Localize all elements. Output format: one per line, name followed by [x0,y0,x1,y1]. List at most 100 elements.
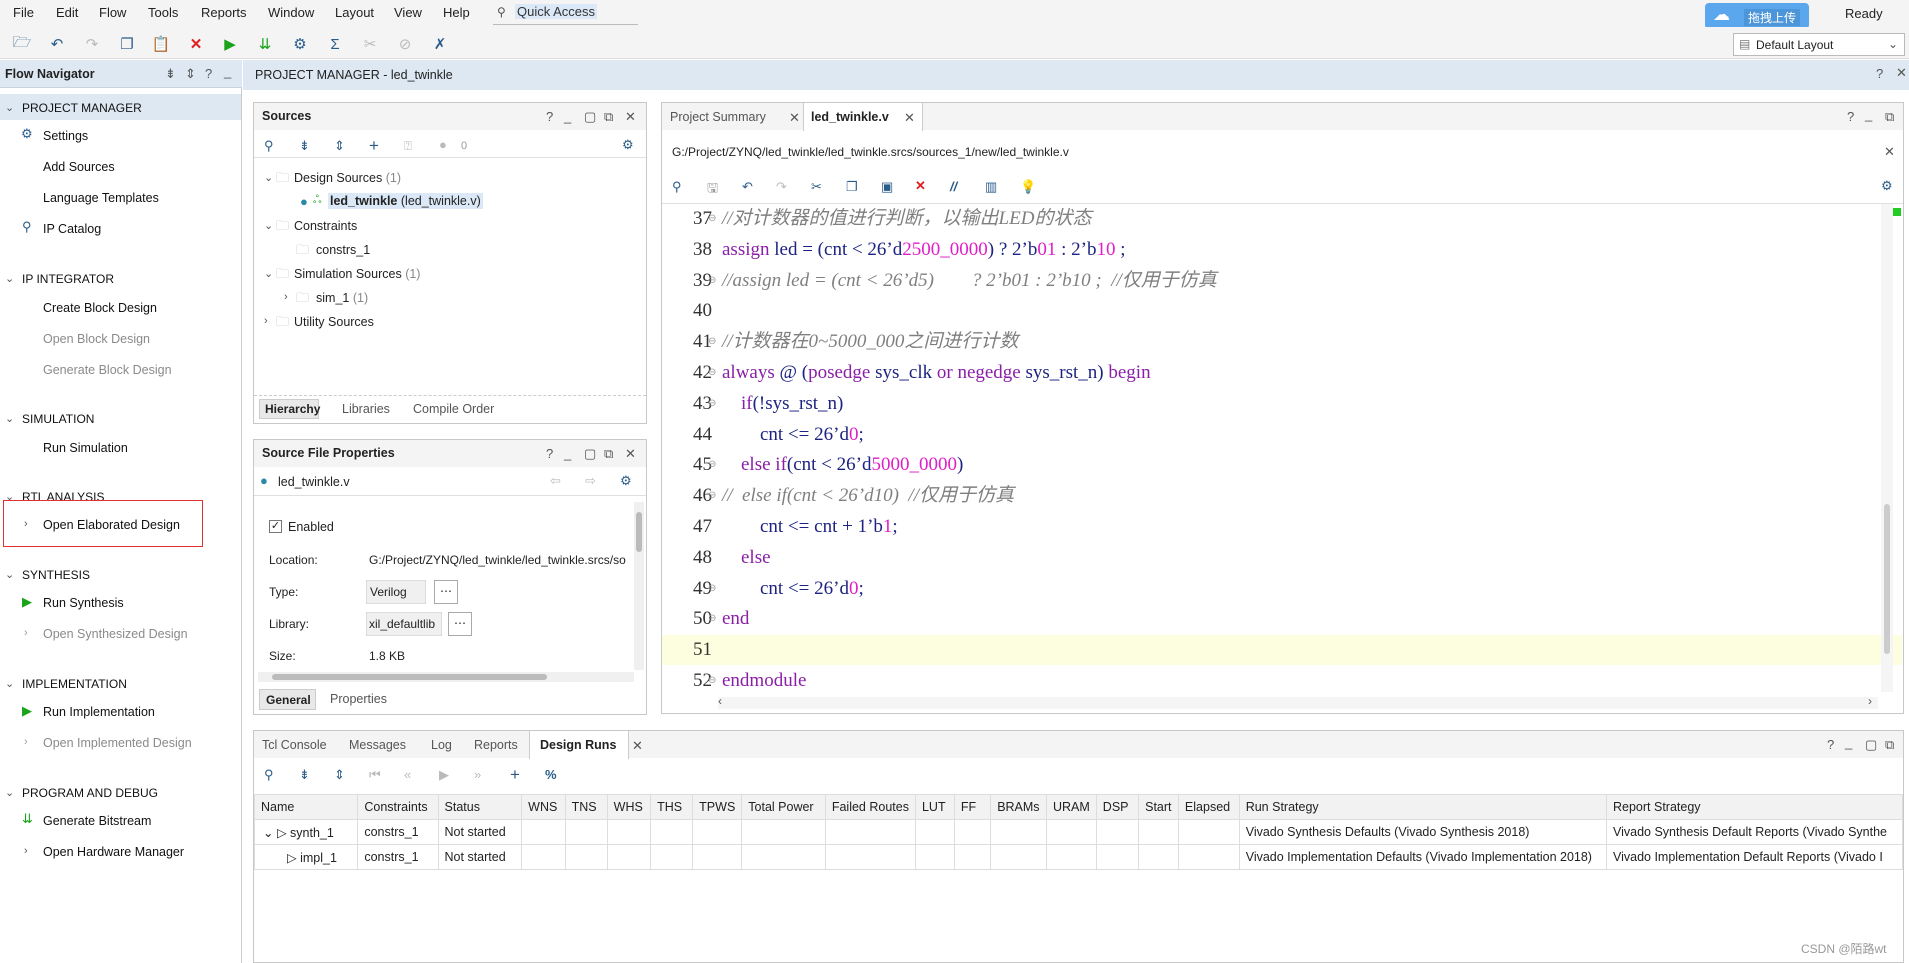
code-line[interactable]: 44 cnt <= 26’d0; [662,420,1902,450]
save-icon[interactable]: 🖫 [707,179,718,201]
code-line[interactable]: 52 ⊖ endmodule [662,666,1902,692]
add-icon[interactable]: + [510,765,520,785]
nav-add-sources[interactable]: Add Sources [43,160,115,174]
table-row[interactable]: ⌄ ▷ synth_1 constrs_1 Not started Vivado Sy… [253,819,1904,845]
quick-access-input[interactable]: ⚲ Quick Access [493,2,638,25]
gear-icon[interactable]: ⚙ [622,137,634,153]
tab-reports[interactable]: Reports [474,738,518,752]
minimize-icon[interactable]: _ [564,109,571,124]
float-icon[interactable]: ⧉ [1885,737,1894,753]
code-line[interactable]: 45 ⊖ else if(cnt < 26’d5000_0000) [662,450,1902,480]
column-header[interactable]: THS [650,794,694,820]
column-header[interactable]: Constraints [357,794,439,820]
fold-icon[interactable]: ⊖ [708,450,716,480]
collapse-all-icon[interactable]: ⇟ [165,66,176,82]
tab-messages[interactable]: Messages [349,738,406,752]
vertical-scrollbar[interactable] [1881,204,1893,692]
open-project-icon[interactable]: 🗁 [12,34,32,54]
settings-icon[interactable]: ⚙ [290,34,310,54]
collapse-all-icon[interactable]: ⇟ [299,138,310,154]
help-icon[interactable]: ? [1876,66,1883,81]
section-simulation[interactable]: SIMULATION [22,412,94,426]
redo-icon[interactable]: ↷ [82,34,102,54]
paste-icon[interactable]: 📋 [151,34,171,54]
menu-reports[interactable]: Reports [201,5,247,20]
fold-icon[interactable]: ⊖ [708,358,716,388]
section-ip-integrator[interactable]: IP INTEGRATOR [22,272,114,286]
close-icon[interactable]: ✕ [632,738,643,754]
question-doc-icon[interactable]: ⍰ [404,138,412,154]
close-icon[interactable]: ✕ [625,109,636,125]
disabled-tool2-icon[interactable]: ⊘ [395,34,415,54]
tab-design-runs[interactable]: Design Runs [540,738,616,752]
run-icon[interactable]: ▶ [439,767,449,783]
section-implementation[interactable]: IMPLEMENTATION [22,677,127,691]
tab-libraries[interactable]: Libraries [342,402,390,416]
chevron-down-icon[interactable]: ⌄ [264,267,273,280]
menu-view[interactable]: View [394,5,422,20]
tab-log[interactable]: Log [431,738,452,752]
run-icon[interactable]: ▶ [220,34,240,54]
close-icon[interactable]: ✕ [789,110,800,126]
tab-compile-order[interactable]: Compile Order [413,402,494,416]
undo-icon[interactable]: ↶ [742,179,753,195]
column-header[interactable]: WHS [606,794,652,820]
menu-help[interactable]: Help [443,5,470,20]
nav-open-block-design[interactable]: Open Block Design [43,332,150,346]
code-line[interactable]: 38 assign led = (cnt < 26’d2500_0000) ? 2… [662,235,1902,265]
nav-open-hardware-manager[interactable]: Open Hardware Manager [43,845,184,859]
tree-design-sources[interactable]: Design Sources (1) [294,171,401,185]
code-line[interactable]: 46 ⊖ // else if(cnt < 26’d10) //仅用于仿真 [662,481,1902,511]
fold-icon[interactable]: ⊖ [708,604,716,634]
nav-language-templates[interactable]: Language Templates [43,191,159,205]
next-icon[interactable]: » [474,767,481,782]
chevron-right-icon[interactable]: › [264,315,268,327]
code-line[interactable]: 48 else [662,543,1902,573]
column-header[interactable]: Failed Routes [824,794,916,820]
tree-sim-1[interactable]: sim_1 (1) [316,291,368,305]
menu-edit[interactable]: Edit [56,5,78,20]
chevron-right-icon[interactable]: › [24,845,28,857]
help-icon[interactable]: ? [1827,737,1834,752]
column-header[interactable]: TPWS [692,794,743,820]
code-line[interactable]: 41 ⊖ //计数器在0~5000_000之间进行计数 [662,327,1902,357]
chevron-right-icon[interactable]: › [1868,694,1872,708]
nav-open-implemented-design[interactable]: Open Implemented Design [43,736,192,750]
minimize-icon[interactable]: _ [224,64,231,79]
code-line[interactable]: 40 [662,296,1902,326]
horizontal-scrollbar[interactable]: ‹ › [718,694,1878,709]
menu-file[interactable]: File [13,5,34,20]
previous-icon[interactable]: « [404,767,411,782]
library-more-button[interactable]: ⋯ [448,612,472,636]
add-icon[interactable]: + [369,136,379,156]
column-header[interactable]: Status [437,794,523,820]
back-arrow-icon[interactable]: ⇦ [550,473,561,489]
code-line[interactable]: 37 ⊖ //对计数器的值进行判断，以输出LED的状态 [662,204,1902,234]
layout-select[interactable]: ▤ Default Layout ⌄ [1733,33,1905,56]
code-area[interactable]: 37 ⊖//对计数器的值进行判断，以输出LED的状态 38 assign led = … [662,204,1902,692]
delete-icon[interactable]: ✕ [186,34,206,54]
close-icon[interactable]: ✕ [904,110,915,126]
tab-tcl-console[interactable]: Tcl Console [262,738,327,752]
column-header[interactable]: Report Strategy [1605,794,1904,820]
code-line[interactable]: 49 ⊖ cnt <= 26’d0; [662,574,1902,604]
tab-led-twinkle[interactable]: led_twinkle.v [811,110,889,124]
chevron-down-icon[interactable]: ⌄ [5,412,14,425]
chevron-down-icon[interactable]: ⌄ [264,219,273,232]
column-header[interactable]: Run Strategy [1238,794,1607,820]
float-icon[interactable]: ⧉ [604,446,613,462]
forward-arrow-icon[interactable]: ⇨ [585,473,596,489]
section-synthesis[interactable]: SYNTHESIS [22,568,90,582]
chevron-left-icon[interactable]: ‹ [718,694,722,708]
nav-create-block-design[interactable]: Create Block Design [43,301,157,315]
disabled-tool-icon[interactable]: ✂ [360,34,380,54]
column-header[interactable]: BRAMs [990,794,1047,820]
horizontal-scrollbar[interactable] [258,672,634,682]
minimize-icon[interactable]: _ [1865,107,1872,122]
tab-hierarchy[interactable]: Hierarchy [259,399,320,419]
copy-icon[interactable]: ❐ [846,179,858,195]
fold-icon[interactable]: ⊖ [708,389,716,419]
nav-ip-catalog[interactable]: IP Catalog [43,222,101,236]
column-header[interactable]: WNS [521,794,566,820]
delete-icon[interactable]: ✕ [915,178,926,194]
